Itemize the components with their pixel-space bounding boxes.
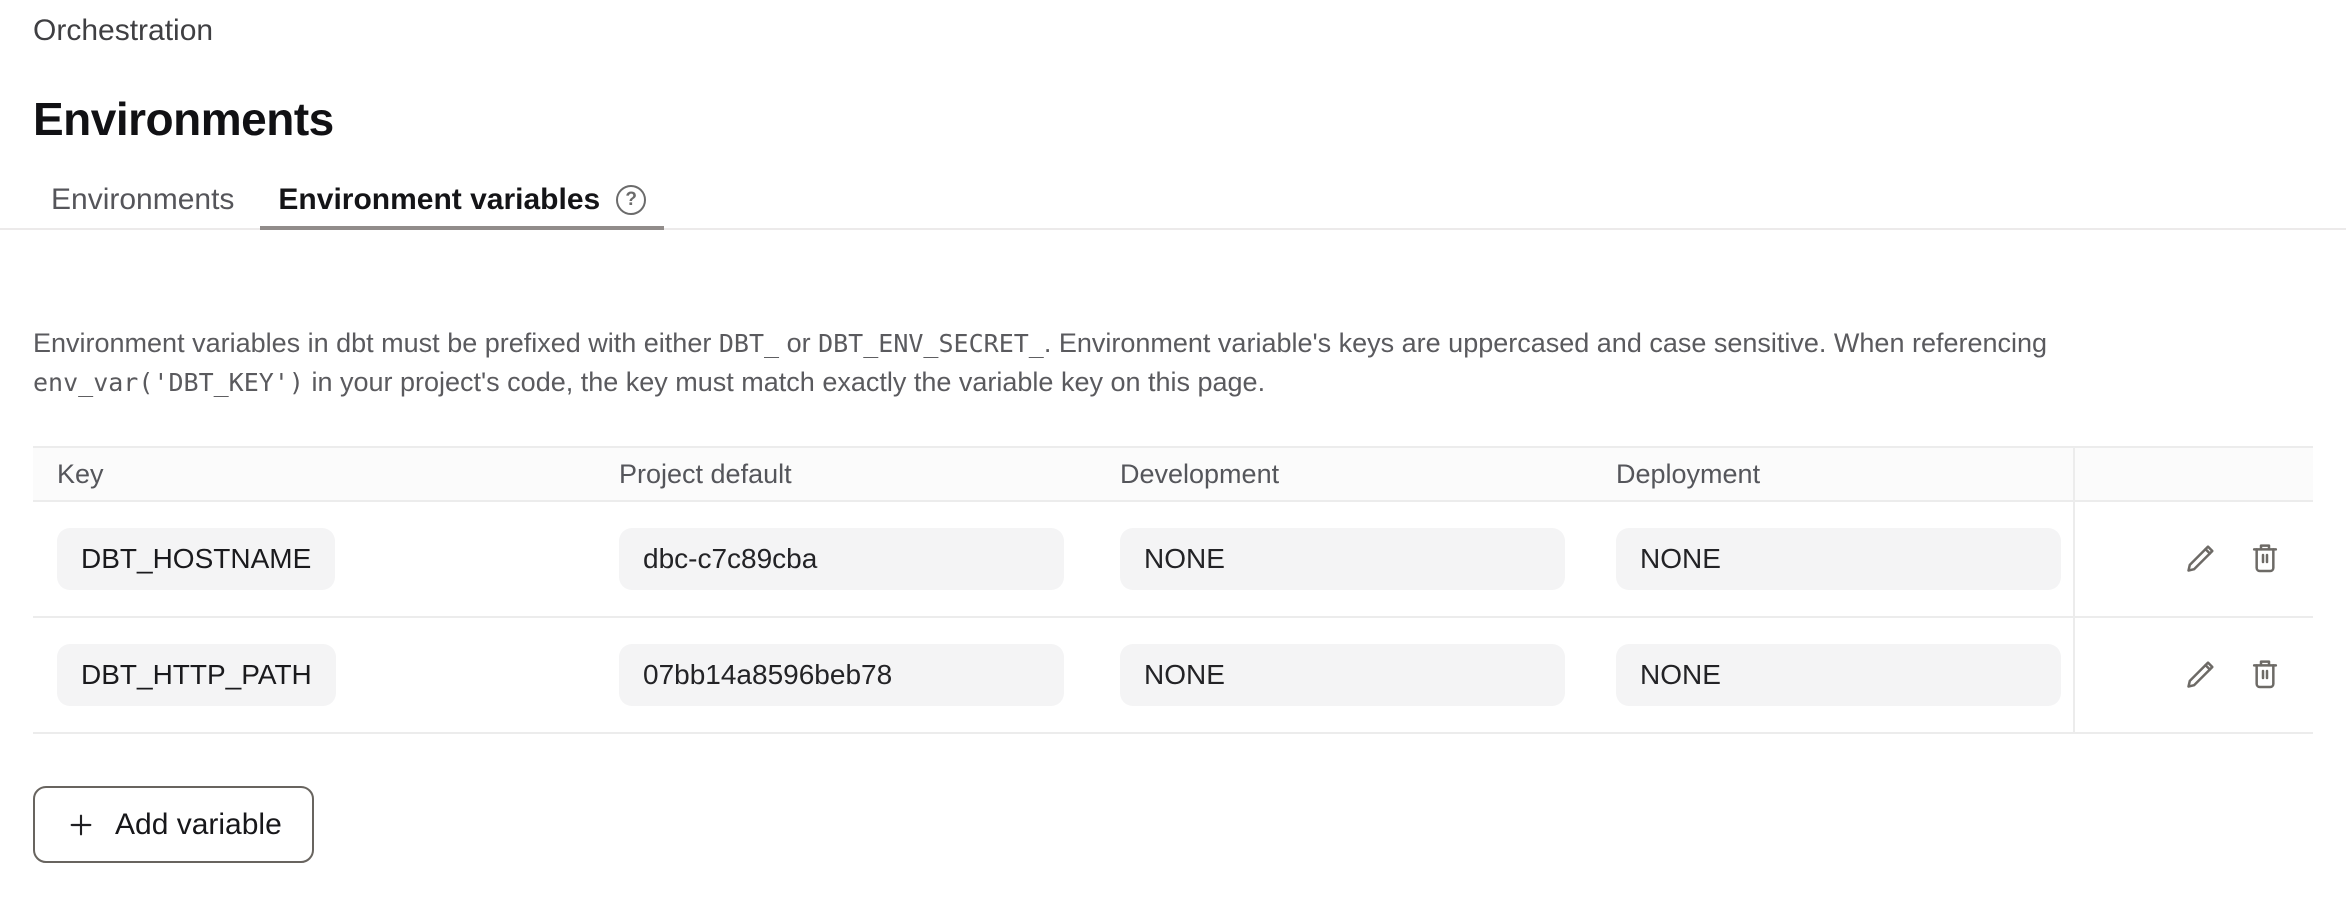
add-variable-button[interactable]: Add variable (33, 786, 314, 863)
add-variable-button-label: Add variable (115, 808, 282, 842)
tab-environments-label: Environments (51, 183, 234, 217)
env-var-deployment-chip: NONE (1616, 528, 2061, 590)
env-var-key-chip: DBT_HTTP_PATH (57, 644, 336, 706)
code-env-var-example: env_var('DBT_KEY') (33, 368, 304, 397)
description-segment: or (779, 328, 818, 358)
delete-variable-button[interactable] (2245, 655, 2285, 695)
tab-environment-variables-label: Environment variables (278, 183, 600, 217)
row-actions (2073, 502, 2313, 616)
table-header-row: Key Project default Development Deployme… (33, 448, 2313, 502)
code-dbt-env-secret-prefix: DBT_ENV_SECRET_ (818, 329, 1044, 358)
env-var-project-default-chip: 07bb14a8596beb78 (619, 644, 1064, 706)
tab-environments[interactable]: Environments (33, 172, 252, 228)
column-header-development: Development (1120, 459, 1616, 490)
description-segment: in your project's code, the key must mat… (304, 367, 1265, 397)
description: Environment variables in dbt must be pre… (33, 324, 2313, 402)
description-segment: Environment variables in dbt must be pre… (33, 328, 719, 358)
plus-icon (65, 809, 97, 841)
env-var-project-default-chip: dbc-c7c89cba (619, 528, 1064, 590)
page-title: Environments (33, 92, 2313, 146)
table-row: DBT_HTTP_PATH 07bb14a8596beb78 NONE NONE (33, 618, 2313, 734)
column-header-deployment: Deployment (1616, 459, 2073, 490)
column-header-key: Key (33, 459, 619, 490)
pencil-icon (2181, 654, 2221, 697)
help-icon[interactable]: ? (616, 185, 646, 215)
pencil-icon (2181, 538, 2221, 581)
description-segment: . Environment variable's keys are upperc… (1044, 328, 2047, 358)
trash-icon (2245, 538, 2285, 581)
row-actions (2073, 618, 2313, 732)
column-header-project-default: Project default (619, 459, 1120, 490)
env-var-development-chip: NONE (1120, 644, 1565, 706)
env-var-deployment-chip: NONE (1616, 644, 2061, 706)
delete-variable-button[interactable] (2245, 539, 2285, 579)
env-var-key-chip: DBT_HOSTNAME (57, 528, 335, 590)
tab-environment-variables[interactable]: Environment variables ? (260, 172, 664, 228)
table-row: DBT_HOSTNAME dbc-c7c89cba NONE NONE (33, 502, 2313, 618)
env-variables-table: Key Project default Development Deployme… (33, 446, 2313, 734)
edit-variable-button[interactable] (2181, 539, 2221, 579)
tab-bar: Environments Environment variables ? (0, 172, 2346, 230)
column-header-actions (2073, 448, 2313, 500)
trash-icon (2245, 654, 2285, 697)
env-var-development-chip: NONE (1120, 528, 1565, 590)
breadcrumb: Orchestration (33, 0, 2313, 48)
code-dbt-prefix: DBT_ (719, 329, 779, 358)
edit-variable-button[interactable] (2181, 655, 2221, 695)
